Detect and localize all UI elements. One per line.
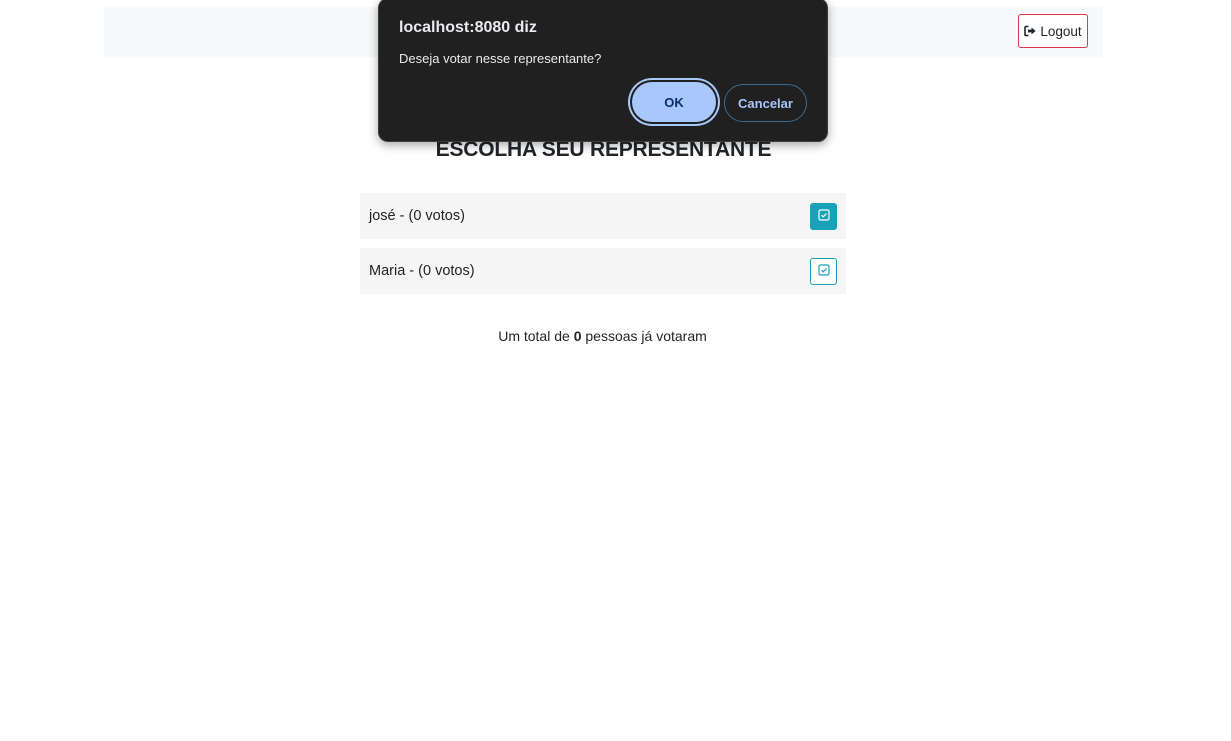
total-votes-text: Um total de 0 pessoas já votaram [0, 328, 1205, 344]
vote-button[interactable] [810, 258, 837, 285]
cancel-button[interactable]: Cancelar [724, 84, 807, 122]
check-square-icon [817, 263, 830, 280]
ok-button[interactable]: OK [632, 82, 716, 122]
dialog-message: Deseja votar nesse representante? [399, 51, 602, 66]
vote-button[interactable] [810, 203, 837, 230]
candidate-label: Maria - (0 votos) [369, 263, 475, 279]
candidate-row: josé - (0 votos) [360, 193, 846, 239]
candidate-label: josé - (0 votos) [369, 208, 465, 224]
total-prefix: Um total de [498, 328, 574, 344]
check-square-icon [817, 208, 830, 225]
logout-button[interactable]: Logout [1018, 14, 1088, 48]
total-suffix: pessoas já votaram [581, 328, 707, 344]
candidate-row: Maria - (0 votos) [360, 248, 846, 294]
dialog-title: localhost:8080 diz [399, 19, 537, 36]
sign-out-icon [1024, 25, 1037, 37]
logout-label: Logout [1040, 23, 1082, 39]
confirm-dialog: localhost:8080 diz Deseja votar nesse re… [378, 0, 828, 142]
